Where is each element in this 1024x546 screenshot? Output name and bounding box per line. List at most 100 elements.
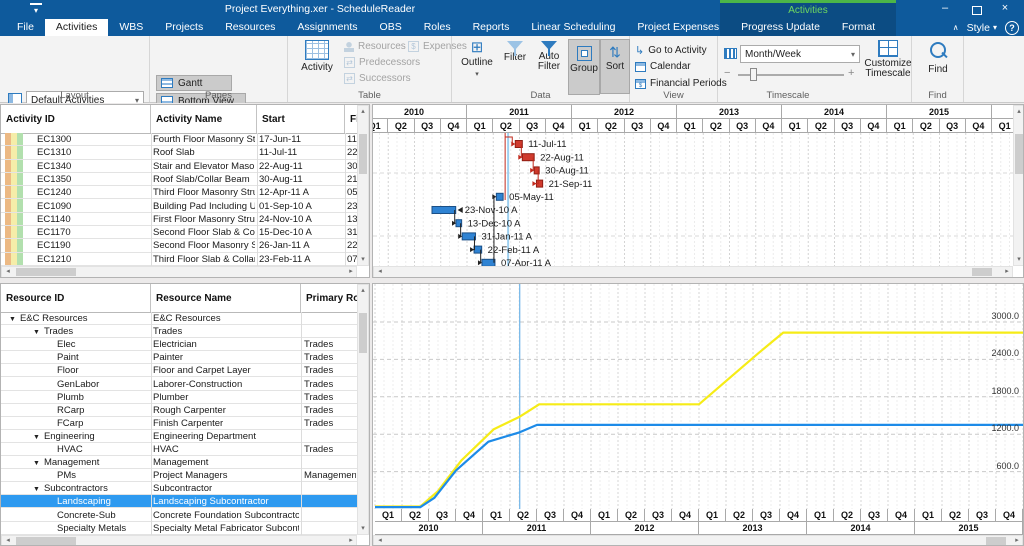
scrollbar-thumb[interactable] bbox=[1015, 134, 1023, 174]
table-row[interactable]: EC1340Stair and Elevator Masonry22-Aug-1… bbox=[1, 160, 357, 173]
scrollbar-thumb[interactable] bbox=[359, 134, 367, 174]
gantt-horizontal-scrollbar[interactable]: ◂▸ bbox=[373, 266, 1013, 278]
menu-tab-project-expenses[interactable]: Project Expenses bbox=[626, 19, 730, 36]
zoom-out-icon[interactable]: − bbox=[724, 67, 730, 79]
calendar-button[interactable]: Calendar bbox=[635, 61, 691, 72]
menu-tab-format[interactable]: Format bbox=[831, 19, 886, 36]
table-row[interactable]: PaintPainterTrades bbox=[1, 351, 357, 364]
table-row[interactable]: ElecElectricianTrades bbox=[1, 338, 357, 351]
scrollbar-thumb[interactable] bbox=[16, 268, 76, 276]
scroll-right-icon[interactable]: ▸ bbox=[346, 267, 356, 277]
table-row[interactable]: ▼SubcontractorsSubcontractor bbox=[1, 482, 357, 495]
gantt-bar-EC1310[interactable] bbox=[522, 154, 534, 161]
table-row[interactable]: ▼E&C ResourcesE&C Resources bbox=[1, 312, 357, 325]
sort-button[interactable]: ⇅ Sort bbox=[600, 39, 630, 94]
gantt-timescale-header[interactable]: 2010Q1Q2Q3Q42011Q1Q2Q3Q42012Q1Q2Q3Q42013… bbox=[373, 105, 1013, 133]
profile-timescale-axis[interactable]: Q1Q2Q3Q42010Q1Q2Q3Q42011Q1Q2Q3Q42012Q1Q2… bbox=[373, 509, 1024, 535]
scroll-left-icon[interactable]: ◂ bbox=[3, 536, 13, 546]
menu-tab-progress-update[interactable]: Progress Update bbox=[730, 19, 831, 36]
collapse-chevron-icon[interactable]: ▼ bbox=[33, 434, 40, 441]
menu-tab-reports[interactable]: Reports bbox=[462, 19, 521, 36]
gantt-bar-EC1170[interactable] bbox=[462, 233, 475, 240]
quick-access-toolbar-icon[interactable]: ▾ bbox=[30, 3, 42, 17]
table-row[interactable]: EC1310Roof Slab11-Jul-1122-Aug-11 bbox=[1, 146, 357, 159]
table-row[interactable]: Concrete-SubConcrete Foundation Subcontr… bbox=[1, 509, 357, 522]
scrollbar-thumb[interactable] bbox=[972, 268, 992, 276]
scroll-right-icon[interactable]: ▸ bbox=[346, 536, 356, 546]
menu-tab-assignments[interactable]: Assignments bbox=[286, 19, 368, 36]
table-row[interactable]: EC1190Second Floor Masonry Stru26-Jan-11… bbox=[1, 239, 357, 252]
collapse-chevron-icon[interactable]: ▼ bbox=[33, 486, 40, 493]
table-row[interactable]: EC1300Fourth Floor Masonry Struc17-Jun-1… bbox=[1, 133, 357, 146]
activity-table-button[interactable]: Activity bbox=[294, 40, 340, 73]
table-row[interactable]: EC1140First Floor Masonry Structu24-Nov-… bbox=[1, 213, 357, 226]
activity-horizontal-scrollbar[interactable]: ◂▸ bbox=[1, 266, 357, 278]
zoom-in-icon[interactable]: + bbox=[848, 67, 854, 79]
collapse-chevron-icon[interactable]: ▼ bbox=[33, 460, 40, 467]
table-row[interactable]: HVACHVACTrades bbox=[1, 443, 357, 456]
go-to-activity-button[interactable]: ↳Go to Activity bbox=[635, 44, 707, 57]
customize-timescale-button[interactable]: Customize Timescale bbox=[864, 40, 912, 79]
column-header-activity-name[interactable]: Activity Name bbox=[151, 105, 257, 133]
group-button[interactable]: Group bbox=[568, 39, 600, 95]
scroll-up-icon[interactable]: ▴ bbox=[1014, 107, 1024, 117]
table-row[interactable]: EC1240Third Floor Masonry Structu12-Apr-… bbox=[1, 186, 357, 199]
scroll-left-icon[interactable]: ◂ bbox=[3, 267, 13, 277]
table-row[interactable]: EC1090Building Pad Including UG U01-Sep-… bbox=[1, 200, 357, 213]
menu-tab-wbs[interactable]: WBS bbox=[108, 19, 154, 36]
scroll-up-icon[interactable]: ▴ bbox=[358, 107, 368, 117]
activity-vertical-scrollbar[interactable]: ▴▾ bbox=[357, 105, 369, 266]
timescale-slider-thumb[interactable] bbox=[750, 68, 757, 81]
find-button[interactable]: Find bbox=[920, 42, 956, 75]
resource-horizontal-scrollbar[interactable]: ◂▸ bbox=[1, 535, 357, 546]
table-row[interactable]: RCarpRough CarpenterTrades bbox=[1, 404, 357, 417]
scroll-left-icon[interactable]: ◂ bbox=[375, 536, 385, 546]
gantt-vertical-scrollbar[interactable]: ▴▾ bbox=[1013, 105, 1024, 266]
collapse-chevron-icon[interactable]: ▼ bbox=[9, 316, 16, 323]
filter-button[interactable]: Filter bbox=[500, 41, 530, 63]
help-icon[interactable]: ? bbox=[1005, 21, 1019, 35]
table-row[interactable]: ▼ManagementManagement bbox=[1, 456, 357, 469]
outline-button[interactable]: ⊞ Outline ▾ bbox=[458, 40, 496, 78]
close-button[interactable]: × bbox=[994, 2, 1016, 14]
table-row[interactable]: FCarpFinish CarpenterTrades bbox=[1, 417, 357, 430]
scroll-right-icon[interactable]: ▸ bbox=[1012, 536, 1022, 546]
table-row[interactable]: PMsProject ManagersManagement bbox=[1, 469, 357, 482]
scroll-up-icon[interactable]: ▴ bbox=[358, 286, 368, 296]
scrollbar-thumb[interactable] bbox=[986, 537, 1006, 545]
column-header-activity-id[interactable]: Activity ID bbox=[1, 105, 151, 133]
menu-tab-roles[interactable]: Roles bbox=[413, 19, 462, 36]
menu-tab-resources[interactable]: Resources bbox=[214, 19, 286, 36]
table-row[interactable]: ▼EngineeringEngineering Department bbox=[1, 430, 357, 443]
gantt-bar-EC1240[interactable] bbox=[496, 193, 503, 200]
column-header-resource-name[interactable]: Resource Name bbox=[151, 284, 301, 312]
minimize-button[interactable]: – bbox=[934, 2, 956, 14]
gantt-bar-EC1090[interactable] bbox=[432, 207, 456, 214]
table-row[interactable]: FloorFloor and Carpet LayerTrades bbox=[1, 364, 357, 377]
gantt-bar-EC1210[interactable] bbox=[482, 259, 495, 266]
menu-tab-file[interactable]: File bbox=[6, 19, 45, 36]
table-row[interactable]: Specialty MetalsSpecialty Metal Fabricat… bbox=[1, 522, 357, 535]
gantt-toggle[interactable]: Gantt bbox=[156, 75, 232, 91]
scroll-down-icon[interactable]: ▾ bbox=[1014, 255, 1024, 265]
column-header-start[interactable]: Start bbox=[257, 105, 345, 133]
menu-tab-obs[interactable]: OBS bbox=[369, 19, 413, 36]
column-header-resource-id[interactable]: Resource ID bbox=[1, 284, 151, 312]
table-row[interactable]: GenLaborLaborer-ConstructionTrades bbox=[1, 378, 357, 391]
maximize-button[interactable] bbox=[972, 6, 982, 15]
predecessors-table-button[interactable]: ⇄Predecessors bbox=[344, 57, 420, 68]
table-row[interactable]: PlumbPlumberTrades bbox=[1, 391, 357, 404]
menu-tab-linear-scheduling[interactable]: Linear Scheduling bbox=[520, 19, 626, 36]
collapse-ribbon-icon[interactable]: ∧ bbox=[953, 23, 959, 32]
menu-tab-activities[interactable]: Activities bbox=[45, 19, 108, 36]
collapse-chevron-icon[interactable]: ▼ bbox=[33, 329, 40, 336]
table-row[interactable]: EC1350Roof Slab/Collar Beam30-Aug-1121-S… bbox=[1, 173, 357, 186]
table-row[interactable]: ▼TradesTrades bbox=[1, 325, 357, 338]
resources-table-button[interactable]: Resources bbox=[344, 41, 406, 52]
style-button[interactable]: Style ▾ bbox=[967, 22, 997, 34]
scroll-down-icon[interactable]: ▾ bbox=[358, 255, 368, 265]
scroll-left-icon[interactable]: ◂ bbox=[375, 267, 385, 277]
scrollbar-thumb[interactable] bbox=[359, 313, 367, 353]
resource-vertical-scrollbar[interactable]: ▴▾ bbox=[357, 284, 369, 535]
scroll-right-icon[interactable]: ▸ bbox=[1002, 267, 1012, 277]
